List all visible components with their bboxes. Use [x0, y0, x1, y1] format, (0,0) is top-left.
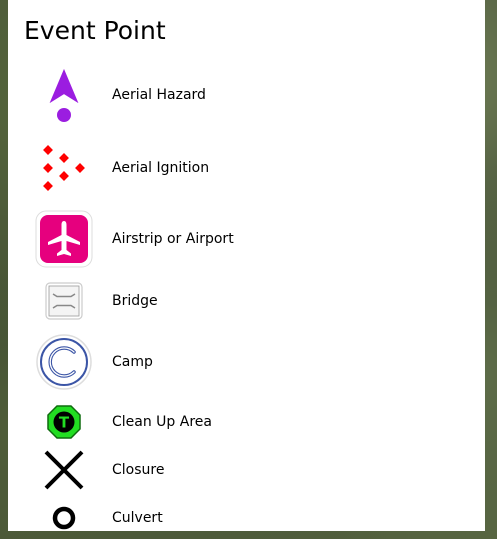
legend-label: Bridge: [112, 293, 158, 309]
panel-title: Event Point: [24, 16, 166, 45]
aerial-hazard-icon: [34, 65, 94, 125]
legend-item-aerial-ignition: Aerial Ignition: [34, 138, 464, 198]
clean-up-letter: T: [59, 414, 70, 432]
legend-label: Aerial Ignition: [112, 160, 210, 176]
bridge-icon: [34, 271, 94, 331]
camp-icon: [34, 332, 94, 392]
legend-label: Camp: [112, 354, 153, 370]
legend-item-bridge: Bridge: [34, 271, 464, 331]
legend-label: Airstrip or Airport: [112, 231, 234, 247]
legend-label: Culvert: [112, 510, 163, 526]
legend-label: Aerial Hazard: [112, 87, 206, 103]
legend-item-camp: Camp: [34, 332, 464, 392]
legend-item-aerial-hazard: Aerial Hazard: [34, 65, 464, 125]
airport-icon: [34, 209, 94, 269]
aerial-ignition-icon: [34, 138, 94, 198]
legend-panel: Event Point Aerial Hazard Aerial Ignitio…: [8, 0, 485, 531]
legend-item-airport: Airstrip or Airport: [34, 209, 464, 269]
legend-label: Clean Up Area: [112, 414, 212, 430]
legend-item-culvert: Culvert: [34, 488, 464, 531]
legend-label: Closure: [112, 462, 165, 478]
culvert-icon: [34, 488, 94, 531]
